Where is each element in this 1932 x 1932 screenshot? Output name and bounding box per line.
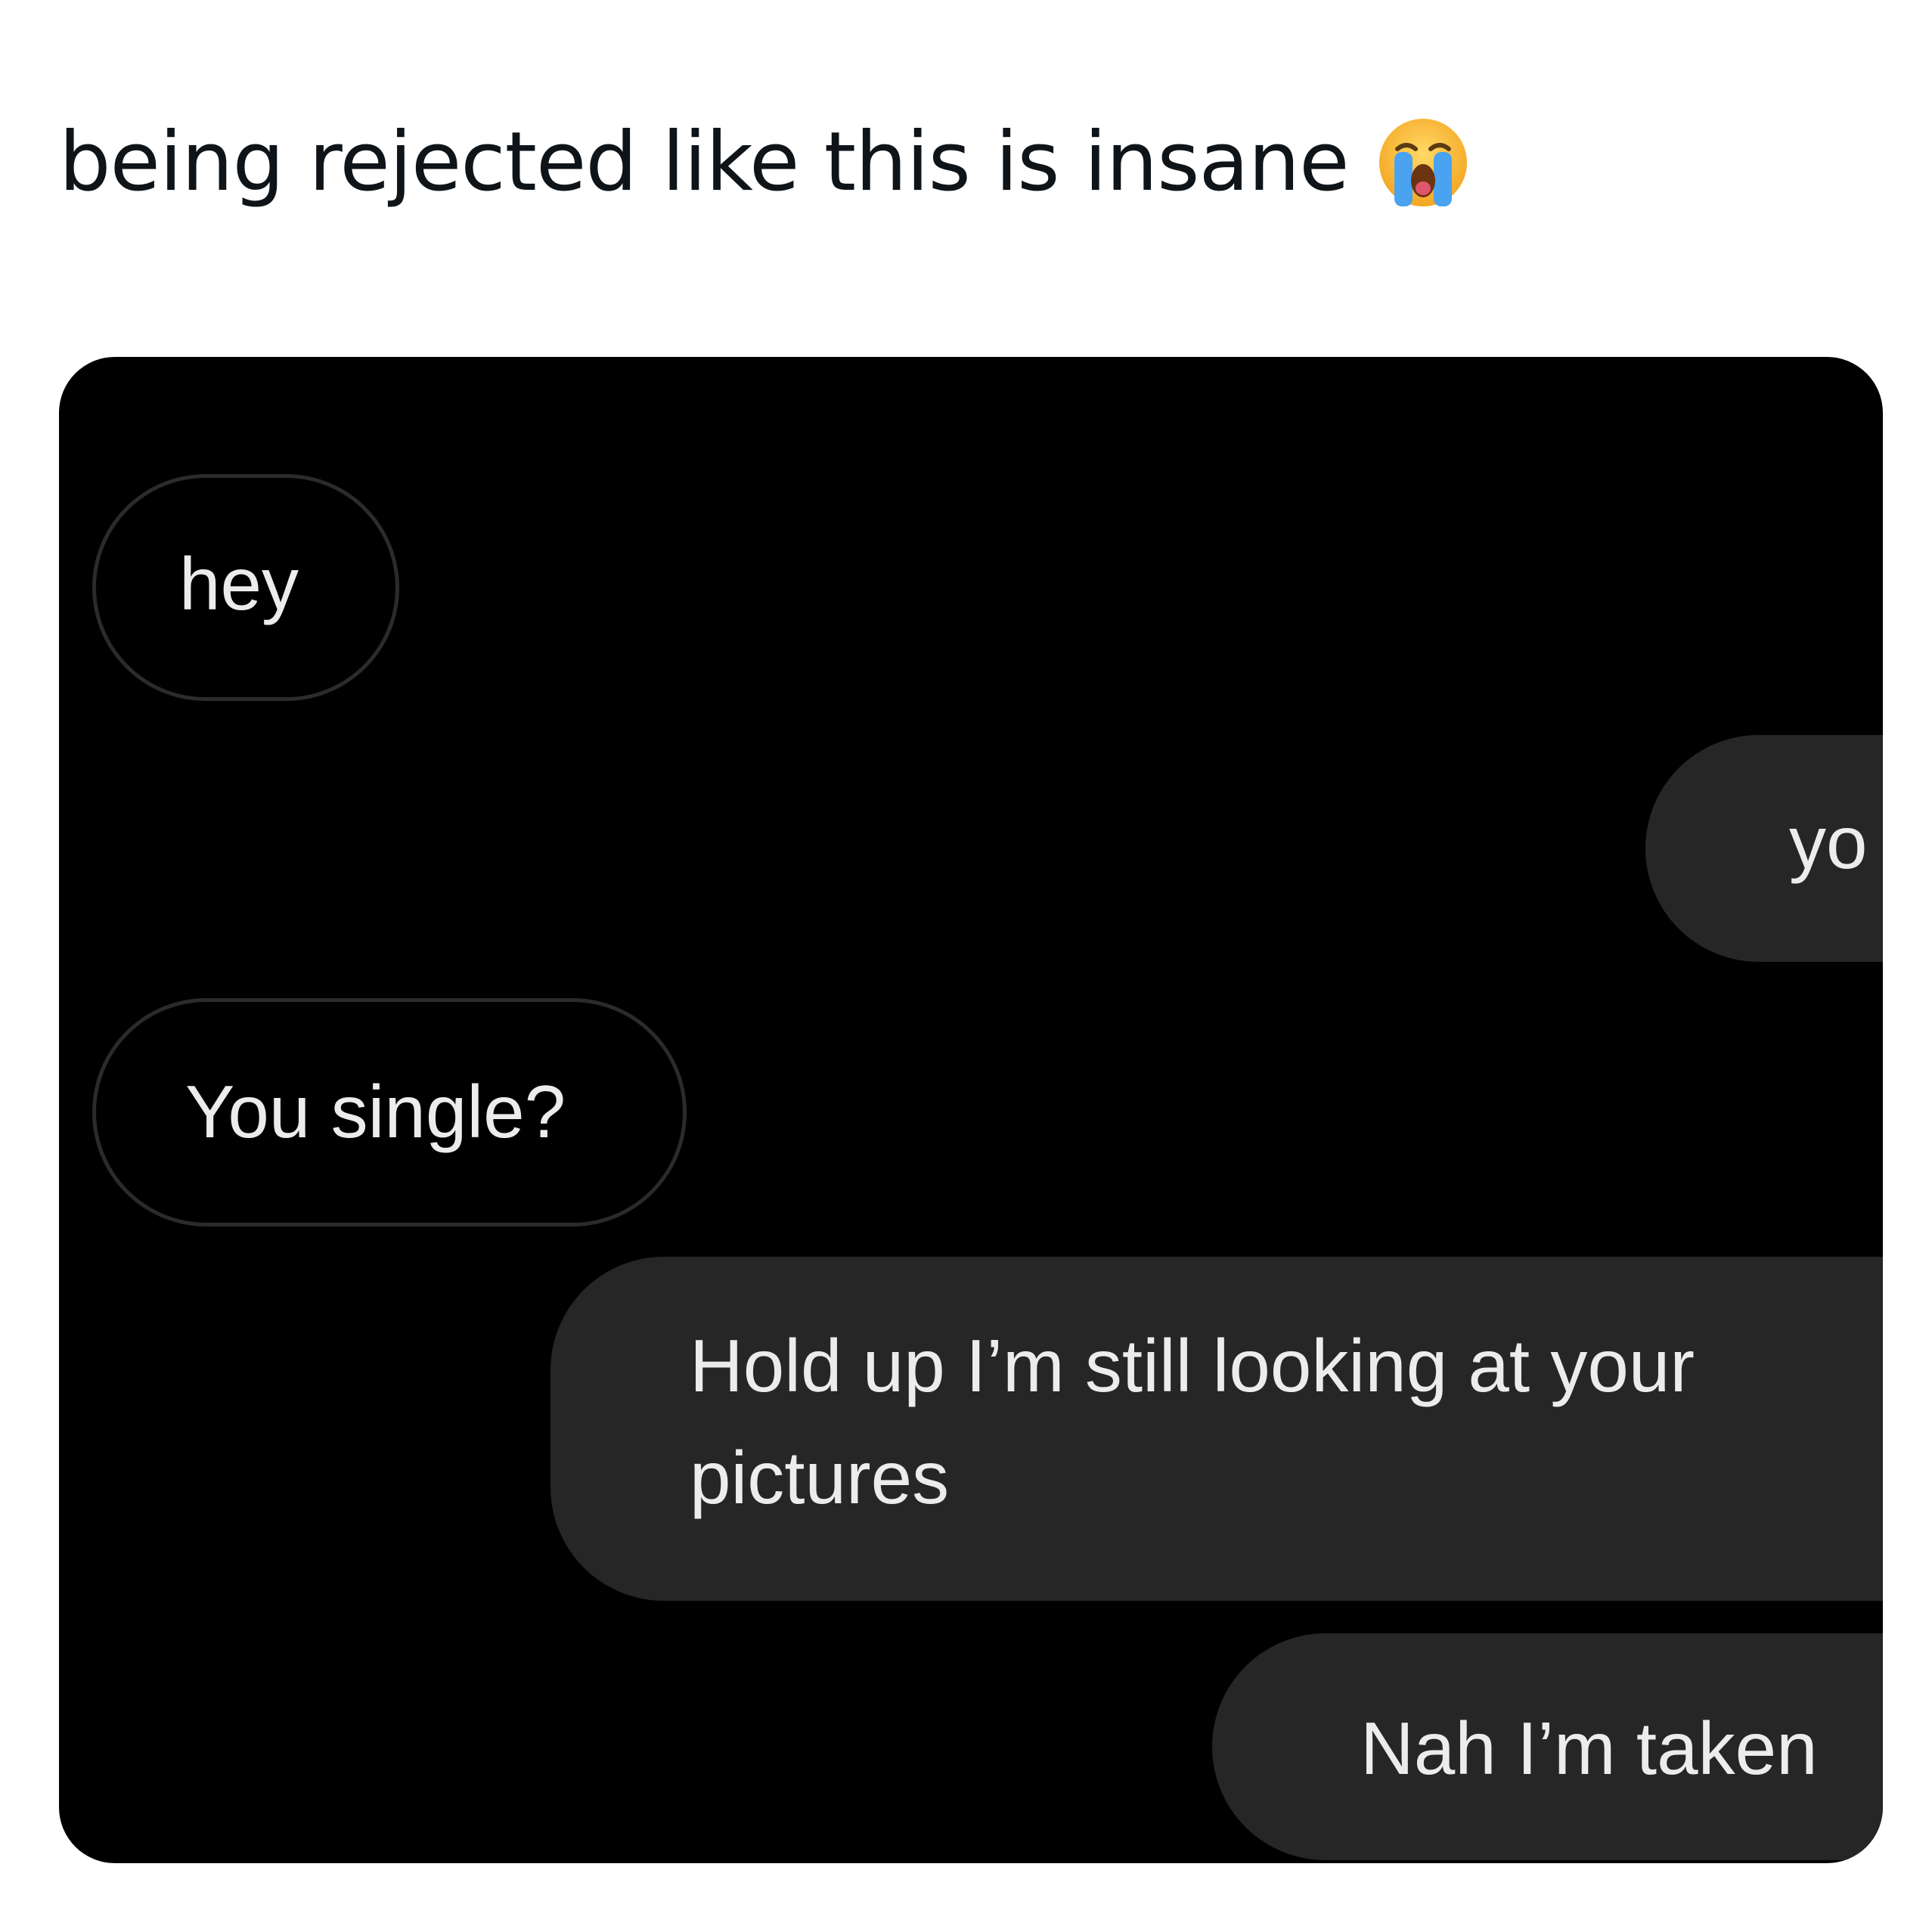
message-text: Nah I’m taken bbox=[1360, 1707, 1818, 1790]
message-text: hey bbox=[179, 542, 299, 625]
message-text: yo bbox=[1789, 801, 1868, 884]
outgoing-message-bubble: Nah I’m taken bbox=[1212, 1633, 1883, 1860]
outgoing-message-bubble: yo bbox=[1645, 735, 1883, 962]
post-text: being rejected like this is insane bbox=[59, 113, 1471, 212]
loudly-crying-face-icon bbox=[1375, 114, 1471, 211]
message-text: Hold up I’m still looking at your pictur… bbox=[690, 1324, 1695, 1519]
chat-screenshot: hey yo You single? Hold up I’m still loo… bbox=[59, 357, 1883, 1863]
incoming-message-bubble: hey bbox=[92, 474, 399, 701]
outgoing-message-bubble: Hold up I’m still looking at your pictur… bbox=[550, 1257, 1883, 1601]
incoming-message-bubble: You single? bbox=[92, 998, 687, 1226]
post-caption: being rejected like this is insane bbox=[59, 115, 1350, 209]
message-text: You single? bbox=[185, 1070, 566, 1153]
